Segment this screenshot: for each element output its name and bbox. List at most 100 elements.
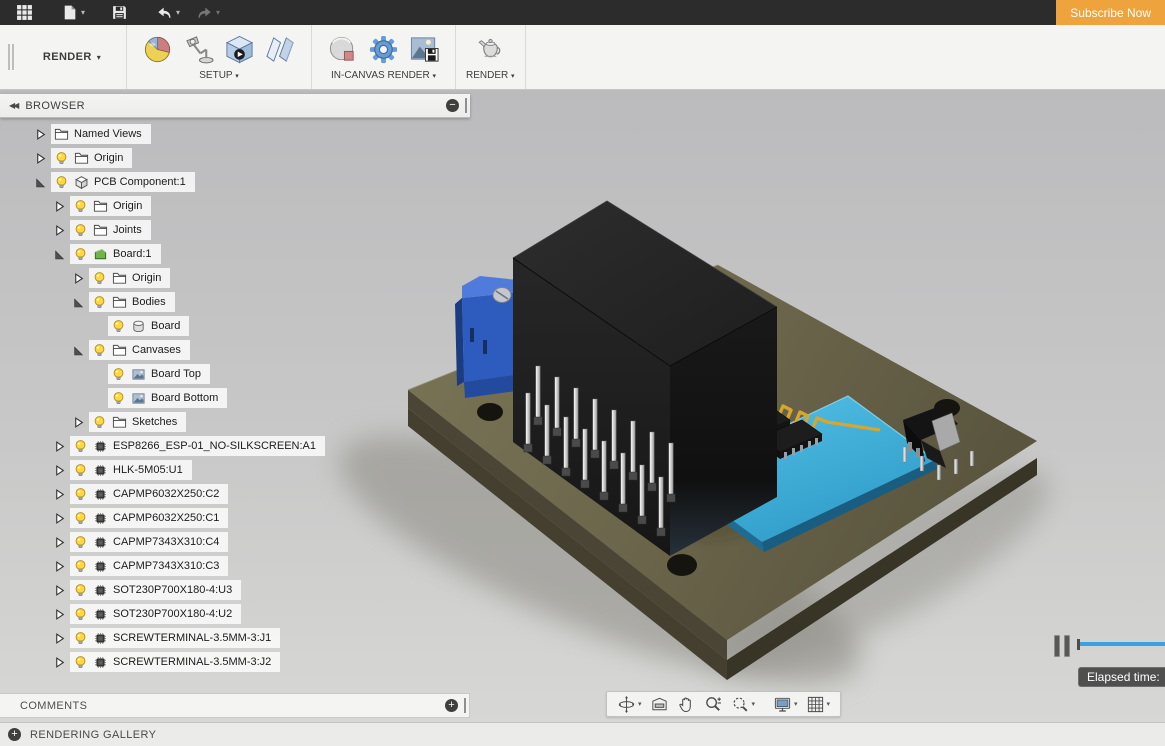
capture-tool-button[interactable]: [404, 32, 445, 67]
visibility-bulb-icon[interactable]: [73, 463, 88, 478]
gear-tool-button[interactable]: [363, 32, 404, 67]
tree-item[interactable]: Origin: [89, 268, 171, 288]
expand-toggle[interactable]: [53, 224, 66, 237]
browser-panel-header[interactable]: ◀◀ BROWSER: [0, 94, 470, 118]
tree-item[interactable]: Canvases: [89, 340, 190, 360]
tree-item[interactable]: Named Views: [51, 124, 151, 144]
tree-item[interactable]: SCREWTERMINAL-3.5MM-3:J1: [70, 628, 281, 648]
comments-panel-header[interactable]: COMMENTS: [0, 693, 470, 718]
ribbon-group-label[interactable]: RENDER ▾: [466, 70, 515, 81]
zoom-window-button[interactable]: ▾: [727, 693, 760, 716]
visibility-bulb-icon[interactable]: [111, 319, 126, 334]
visibility-bulb-icon[interactable]: [73, 607, 88, 622]
ribbon-group-label[interactable]: IN-CANVAS RENDER ▾: [331, 70, 436, 81]
visibility-bulb-icon[interactable]: [92, 343, 107, 358]
visibility-bulb-icon[interactable]: [92, 271, 107, 286]
visibility-bulb-icon[interactable]: [92, 415, 107, 430]
expand-toggle[interactable]: [53, 608, 66, 621]
tree-item[interactable]: Bodies: [89, 292, 175, 312]
tree-item[interactable]: PCB Component:1: [51, 172, 195, 192]
visibility-bulb-icon[interactable]: [111, 391, 126, 406]
tree-item[interactable]: HLK-5M05:U1: [70, 460, 192, 480]
visibility-bulb-icon[interactable]: [73, 583, 88, 598]
workspace-switcher[interactable]: RENDER ▾: [18, 25, 126, 89]
expand-toggle[interactable]: [53, 632, 66, 645]
tree-item[interactable]: Board Top: [108, 364, 210, 384]
look-at-button[interactable]: [646, 693, 673, 716]
expand-toggle[interactable]: [53, 488, 66, 501]
expand-toggle[interactable]: [72, 344, 85, 357]
expand-toggle[interactable]: [34, 152, 47, 165]
expand-toggle[interactable]: [72, 272, 85, 285]
tree-item[interactable]: SCREWTERMINAL-3.5MM-3:J2: [70, 652, 281, 672]
minimize-panel-button[interactable]: [446, 99, 459, 112]
expand-toggle[interactable]: [53, 584, 66, 597]
tree-item[interactable]: Board:1: [70, 244, 161, 264]
expand-toggle[interactable]: [53, 464, 66, 477]
expand-toggle[interactable]: [34, 128, 47, 141]
subscribe-now-button[interactable]: Subscribe Now: [1056, 0, 1165, 25]
appearance-tool-button[interactable]: [137, 32, 178, 67]
visibility-bulb-icon[interactable]: [73, 535, 88, 550]
ribbon-group-label[interactable]: SETUP ▾: [199, 70, 238, 81]
visibility-bulb-icon[interactable]: [73, 199, 88, 214]
file-menu-button[interactable]: ▾: [55, 0, 91, 25]
tree-item[interactable]: Origin: [51, 148, 133, 168]
tree-item[interactable]: CAPMP7343X310:C3: [70, 556, 229, 576]
expand-toggle[interactable]: [34, 176, 47, 189]
tree-item[interactable]: Origin: [70, 196, 152, 216]
texture-tool-button[interactable]: [260, 32, 301, 67]
incanvas-tool-button[interactable]: [322, 32, 363, 67]
tree-item[interactable]: Sketches: [89, 412, 187, 432]
tree-item[interactable]: ESP8266_ESP-01_NO-SILKSCREEN:A1: [70, 436, 325, 456]
collapse-panel-icon[interactable]: ◀◀: [9, 101, 19, 110]
visibility-bulb-icon[interactable]: [73, 223, 88, 238]
visibility-bulb-icon[interactable]: [73, 247, 88, 262]
screw-terminal[interactable]: [455, 276, 523, 398]
visibility-bulb-icon[interactable]: [73, 439, 88, 454]
expand-toggle[interactable]: [53, 536, 66, 549]
display-settings-button[interactable]: ▾: [769, 693, 802, 716]
tree-item[interactable]: CAPMP7343X310:C4: [70, 532, 229, 552]
visibility-bulb-icon[interactable]: [73, 559, 88, 574]
tree-item[interactable]: CAPMP6032X250:C2: [70, 484, 229, 504]
visibility-bulb-icon[interactable]: [54, 151, 69, 166]
expand-toggle[interactable]: [53, 200, 66, 213]
save-button[interactable]: [105, 0, 134, 25]
visibility-bulb-icon[interactable]: [92, 295, 107, 310]
expand-toggle[interactable]: [53, 440, 66, 453]
environment-tool-button[interactable]: [178, 32, 219, 67]
tree-item[interactable]: SOT230P700X180-4:U3: [70, 580, 242, 600]
visibility-bulb-icon[interactable]: [73, 487, 88, 502]
pan-button[interactable]: [673, 693, 700, 716]
expand-gallery-button[interactable]: [8, 728, 21, 741]
redo-button[interactable]: ▾: [190, 0, 226, 25]
add-comment-button[interactable]: [445, 699, 458, 712]
rendering-gallery-bar[interactable]: RENDERING GALLERY: [0, 722, 1165, 746]
teapot-tool-button[interactable]: [470, 32, 511, 67]
grid-display-button[interactable]: ▾: [802, 693, 835, 716]
expand-toggle[interactable]: [53, 560, 66, 573]
pause-render-button[interactable]: [1054, 634, 1075, 658]
tree-item[interactable]: Joints: [70, 220, 151, 240]
undo-button[interactable]: ▾: [150, 0, 186, 25]
visibility-bulb-icon[interactable]: [73, 511, 88, 526]
tree-item[interactable]: SOT230P700X180-4:U2: [70, 604, 242, 624]
toolbar-grip[interactable]: [4, 25, 18, 89]
tree-item[interactable]: Board Bottom: [108, 388, 228, 408]
orbit-button[interactable]: ▾: [613, 693, 646, 716]
visibility-bulb-icon[interactable]: [54, 175, 69, 190]
visibility-bulb-icon[interactable]: [73, 655, 88, 670]
expand-toggle[interactable]: [72, 416, 85, 429]
panel-resize-grip[interactable]: [465, 98, 467, 113]
visibility-bulb-icon[interactable]: [111, 367, 126, 382]
visibility-bulb-icon[interactable]: [73, 631, 88, 646]
expand-toggle[interactable]: [53, 512, 66, 525]
expand-toggle[interactable]: [53, 656, 66, 669]
expand-toggle[interactable]: [53, 248, 66, 261]
zoom-button[interactable]: [700, 693, 727, 716]
viewport[interactable]: ◀◀ BROWSER Named Views Origin PCB Componen…: [0, 90, 1165, 722]
expand-toggle[interactable]: [72, 296, 85, 309]
panel-resize-grip[interactable]: [464, 698, 466, 713]
decal-tool-button[interactable]: [219, 32, 260, 67]
